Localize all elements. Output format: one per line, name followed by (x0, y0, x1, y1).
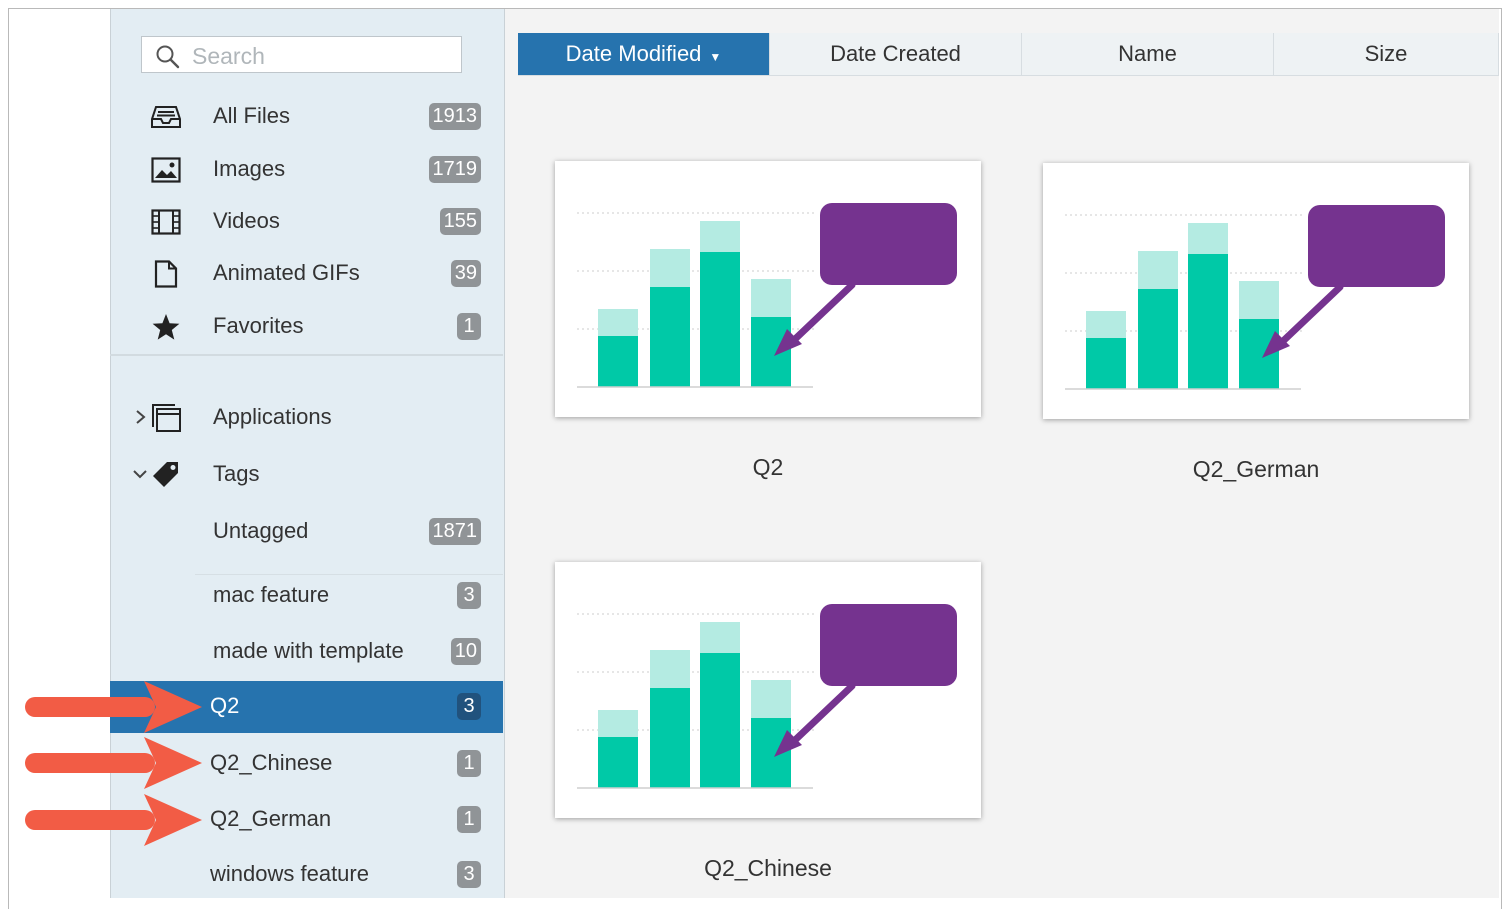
annotation-arrow (22, 679, 204, 735)
sort-label: Size (1364, 41, 1408, 66)
sidebar-item-label: All Files (213, 103, 291, 128)
count-badge: 3 (457, 582, 481, 609)
sort-name-button[interactable]: Name (1022, 33, 1274, 76)
search-input[interactable] (190, 40, 454, 72)
count-badge: 1871 (428, 518, 481, 545)
tag-label: mac feature (213, 582, 330, 607)
search-icon (155, 44, 181, 75)
count-badge: 1 (457, 313, 481, 340)
tag-label: made with template (213, 638, 404, 663)
tray-icon (150, 103, 182, 131)
thumbnail-preview-graphic (1065, 205, 1445, 390)
count-badge: 1719 (428, 156, 481, 183)
file-thumbnail-q2-chinese[interactable] (555, 562, 981, 818)
film-icon (150, 208, 182, 236)
search-field[interactable] (141, 36, 462, 73)
count-badge: 155 (439, 208, 481, 235)
tag-label: Q2_Chinese (210, 750, 333, 775)
image-icon (150, 156, 182, 184)
sort-bar: Date Modified ▼ Date Created Name Size (518, 33, 1499, 76)
sort-label: Date Modified (565, 41, 702, 66)
count-badge: 3 (457, 861, 481, 888)
count-badge: 39 (450, 260, 481, 287)
tag-item-untagged[interactable]: Untagged 1871 (110, 506, 503, 558)
file-name: Q2_Chinese (704, 855, 832, 881)
count-badge: 1913 (428, 103, 481, 130)
tag-item-mac-feature[interactable]: mac feature 3 (110, 570, 503, 622)
thumbnail-preview-graphic (577, 203, 957, 388)
sidebar-group-label: Applications (213, 404, 332, 429)
count-badge: 10 (450, 638, 481, 665)
tag-item-windows-feature[interactable]: windows feature 3 (110, 849, 503, 901)
count-badge: 3 (457, 693, 481, 720)
sidebar-item-label: Favorites (213, 313, 304, 338)
sidebar-item-label: Videos (213, 208, 280, 233)
tag-item-made-with-template[interactable]: made with template 10 (110, 626, 503, 678)
thumbnail-preview-graphic (577, 604, 957, 789)
tag-label: windows feature (210, 861, 369, 886)
annotation-arrow-graphic (25, 794, 202, 846)
sidebar-item-animated-gifs[interactable]: Animated GIFs 39 (110, 248, 503, 300)
sidebar-group-tags[interactable]: Tags (110, 449, 503, 501)
chevron-right-icon[interactable] (130, 405, 150, 429)
count-badge: 1 (457, 806, 481, 833)
sidebar-item-favorites[interactable]: Favorites 1 (110, 301, 503, 353)
file-name: Q2_German (1192, 456, 1320, 482)
annotation-arrow (22, 735, 204, 791)
file-thumbnail-q2[interactable] (555, 161, 981, 417)
sort-size-button[interactable]: Size (1274, 33, 1499, 76)
sidebar-item-label: Images (213, 156, 286, 181)
sort-date-modified-button[interactable]: Date Modified ▼ (518, 33, 770, 76)
tag-label: Q2 (210, 693, 240, 718)
sort-descending-icon: ▼ (709, 50, 722, 64)
annotation-arrow (22, 792, 204, 848)
count-badge: 1 (457, 750, 481, 777)
sidebar-item-all-files[interactable]: All Files 1913 (110, 91, 503, 143)
tag-label: Untagged (213, 518, 309, 543)
file-thumbnail-q2-german[interactable] (1043, 163, 1469, 419)
sort-label: Date Created (830, 41, 961, 66)
sidebar-divider (110, 354, 503, 356)
annotation-arrow-graphic (25, 681, 202, 733)
document-icon (150, 260, 182, 288)
star-icon (150, 313, 182, 341)
sort-date-created-button[interactable]: Date Created (770, 33, 1022, 76)
sort-label: Name (1118, 41, 1177, 66)
tag-icon (150, 461, 182, 489)
sidebar-item-images[interactable]: Images 1719 (110, 144, 503, 196)
file-name: Q2 (752, 454, 784, 480)
sidebar-item-label: Animated GIFs (213, 260, 360, 285)
sidebar-group-applications[interactable]: Applications (110, 392, 503, 444)
sidebar-item-videos[interactable]: Videos 155 (110, 196, 503, 248)
application-window-icon (150, 404, 182, 432)
tag-label: Q2_German (210, 806, 332, 831)
sidebar-group-label: Tags (213, 461, 260, 486)
annotation-arrow-graphic (25, 737, 202, 789)
chevron-down-icon[interactable] (130, 462, 150, 486)
